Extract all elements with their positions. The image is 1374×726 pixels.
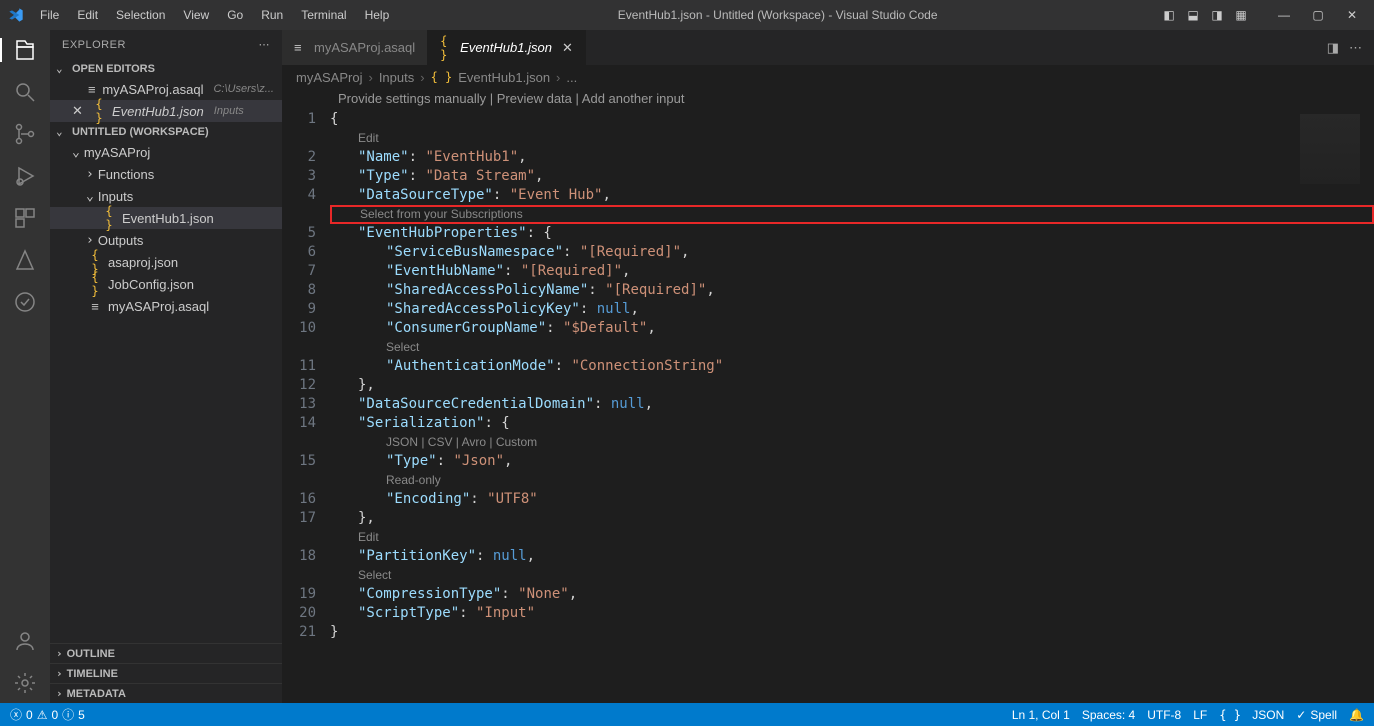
- menu-view[interactable]: View: [175, 4, 217, 26]
- editor-area: ≡myASAProj.asaql { }EventHub1.json✕ ◨ ⋯ m…: [282, 30, 1374, 703]
- vscode-logo: [8, 7, 24, 23]
- editor-name: myASAProj.asaql: [102, 82, 203, 97]
- file-eventhub[interactable]: { }EventHub1.json: [50, 207, 282, 229]
- menu-edit[interactable]: Edit: [69, 4, 106, 26]
- codelens-readonly: Read-only: [330, 471, 1374, 490]
- file-icon: ≡: [294, 40, 308, 55]
- info-icon: ⓘ: [62, 706, 74, 723]
- activity-azure[interactable]: [0, 248, 50, 272]
- status-bar: ⓧ0 ⚠0 ⓘ5 Ln 1, Col 1 Spaces: 4 UTF-8 LF …: [0, 703, 1374, 726]
- explorer-title: EXPLORER: [62, 39, 126, 51]
- activity-search[interactable]: [0, 80, 50, 104]
- codelens-select[interactable]: Select: [330, 338, 1374, 357]
- menu-terminal[interactable]: Terminal: [293, 4, 354, 26]
- explorer-sidebar: EXPLORER ⋯ ⌄OPEN EDITORS ≡ myASAProj.asa…: [50, 30, 282, 703]
- file-asaproj[interactable]: { }asaproj.json: [50, 251, 282, 273]
- codelens-edit[interactable]: Edit: [330, 129, 1374, 148]
- file-icon: ≡: [88, 299, 102, 314]
- menu-help[interactable]: Help: [357, 4, 398, 26]
- maximize-button[interactable]: ▢: [1304, 4, 1332, 26]
- status-notifications-icon[interactable]: 🔔: [1349, 708, 1364, 722]
- status-encoding[interactable]: UTF-8: [1147, 708, 1181, 722]
- code-content[interactable]: { Edit "Name": "EventHub1", "Type": "Dat…: [330, 110, 1374, 703]
- codelens-serialization[interactable]: JSON | CSV | Avro | Custom: [330, 433, 1374, 452]
- codelens-edit-pk[interactable]: Edit: [330, 528, 1374, 547]
- layout-customize-icon[interactable]: ▦: [1230, 8, 1252, 22]
- json-icon: { }: [431, 70, 453, 84]
- link-preview-data[interactable]: Preview data: [497, 91, 572, 106]
- open-editor-eventhub[interactable]: ✕ { } EventHub1.json Inputs: [50, 100, 282, 122]
- tab-asaql[interactable]: ≡myASAProj.asaql: [282, 30, 428, 65]
- warning-icon: ⚠: [37, 708, 48, 722]
- activity-explorer[interactable]: [0, 38, 50, 62]
- folder-inputs[interactable]: ⌄Inputs: [50, 185, 282, 207]
- json-icon: { }: [102, 204, 116, 232]
- menu-file[interactable]: File: [32, 4, 67, 26]
- file-icon: ≡: [87, 82, 96, 97]
- tab-bar: ≡myASAProj.asaql { }EventHub1.json✕ ◨ ⋯: [282, 30, 1374, 65]
- status-cursor[interactable]: Ln 1, Col 1: [1012, 708, 1070, 722]
- outline-header[interactable]: ›OUTLINE: [50, 643, 282, 663]
- close-tab-icon[interactable]: ✕: [562, 40, 573, 56]
- gutter: 1 234 5678910 11121314 15 1617 18 192021: [282, 110, 330, 703]
- activity-extensions[interactable]: [0, 206, 50, 230]
- activity-accounts[interactable]: [0, 629, 50, 653]
- editor-hint: C:\Users\z...: [213, 83, 274, 95]
- breadcrumbs[interactable]: myASAProj› Inputs› { }EventHub1.json› ..…: [282, 65, 1374, 89]
- open-editor-asaql[interactable]: ≡ myASAProj.asaql C:\Users\z...: [50, 78, 282, 100]
- activity-source-control[interactable]: [0, 122, 50, 146]
- status-indent[interactable]: Spaces: 4: [1082, 708, 1135, 722]
- code-editor[interactable]: 1 234 5678910 11121314 15 1617 18 192021…: [282, 110, 1374, 703]
- window-title: EventHub1.json - Untitled (Workspace) - …: [397, 8, 1158, 22]
- editor-name: EventHub1.json: [112, 104, 204, 119]
- close-window-button[interactable]: ✕: [1338, 4, 1366, 26]
- main-menu: File Edit Selection View Go Run Terminal…: [32, 4, 397, 26]
- activity-run-debug[interactable]: [0, 164, 50, 188]
- editor-hint: Inputs: [214, 105, 244, 117]
- layout-toggle-left-icon[interactable]: ◧: [1158, 8, 1180, 22]
- menu-selection[interactable]: Selection: [108, 4, 173, 26]
- layout-toggle-right-icon[interactable]: ◨: [1206, 8, 1228, 22]
- menu-run[interactable]: Run: [253, 4, 291, 26]
- codelens-select-subscriptions[interactable]: Select from your Subscriptions: [330, 205, 1374, 224]
- open-editors-header[interactable]: ⌄OPEN EDITORS: [50, 59, 282, 78]
- layout-toggle-bottom-icon[interactable]: ⬓: [1182, 8, 1204, 22]
- activity-testing[interactable]: [0, 290, 50, 314]
- link-add-input[interactable]: Add another input: [582, 91, 685, 106]
- folder-root[interactable]: ⌄myASAProj: [50, 141, 282, 163]
- json-icon: { }: [440, 34, 454, 62]
- metadata-header[interactable]: ›METADATA: [50, 683, 282, 703]
- tab-eventhub[interactable]: { }EventHub1.json✕: [428, 30, 586, 65]
- close-editor-icon[interactable]: ✕: [72, 103, 86, 119]
- editor-action-links: Provide settings manually | Preview data…: [282, 89, 1374, 110]
- activity-bar: [0, 30, 50, 703]
- split-editor-icon[interactable]: ◨: [1327, 40, 1339, 56]
- json-icon: { }: [92, 97, 106, 125]
- folder-functions[interactable]: ›Functions: [50, 163, 282, 185]
- status-language[interactable]: { } JSON: [1219, 708, 1284, 722]
- minimize-button[interactable]: —: [1270, 4, 1298, 26]
- status-problems[interactable]: ⓧ0 ⚠0 ⓘ5: [10, 706, 85, 723]
- workspace-header[interactable]: ⌄UNTITLED (WORKSPACE): [50, 122, 282, 141]
- folder-outputs[interactable]: ›Outputs: [50, 229, 282, 251]
- file-jobconfig[interactable]: { }JobConfig.json: [50, 273, 282, 295]
- error-icon: ⓧ: [10, 706, 22, 723]
- codelens-select-ct[interactable]: Select: [330, 566, 1374, 585]
- json-icon: { }: [88, 270, 102, 298]
- activity-settings[interactable]: [0, 671, 50, 695]
- explorer-more-icon[interactable]: ⋯: [259, 38, 271, 51]
- status-spell[interactable]: ✓ Spell: [1296, 708, 1337, 722]
- link-provide-settings[interactable]: Provide settings manually: [338, 91, 486, 106]
- menu-go[interactable]: Go: [219, 4, 251, 26]
- minimap[interactable]: [1300, 114, 1360, 184]
- file-projasaql[interactable]: ≡myASAProj.asaql: [50, 295, 282, 317]
- more-actions-icon[interactable]: ⋯: [1349, 40, 1362, 56]
- timeline-header[interactable]: ›TIMELINE: [50, 663, 282, 683]
- status-eol[interactable]: LF: [1193, 708, 1207, 722]
- title-bar: File Edit Selection View Go Run Terminal…: [0, 0, 1374, 30]
